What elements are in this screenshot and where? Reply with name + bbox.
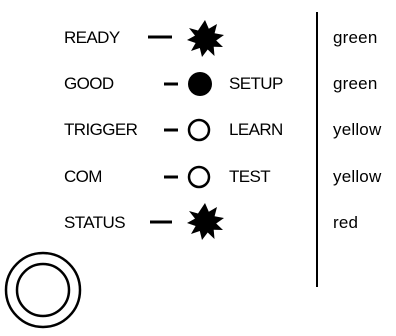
led-indicator-diagram: READY green GOOD SETUP green TRIGGER LEA… <box>0 0 396 336</box>
indicator-label-ready: READY <box>64 28 120 47</box>
diagram-canvas: READY green GOOD SETUP green TRIGGER LEA… <box>4 12 382 329</box>
led-starburst-icon <box>187 20 224 57</box>
indicator-label-trigger: TRIGGER <box>64 120 138 139</box>
mode-label-test: TEST <box>229 167 270 186</box>
color-label-com: yellow <box>333 167 382 186</box>
color-label-status: red <box>333 213 358 232</box>
indicator-label-good: GOOD <box>64 74 114 93</box>
led-open-icon <box>187 165 211 189</box>
color-label-ready: green <box>333 28 377 47</box>
led-open-icon <box>187 118 211 142</box>
led-filled-icon <box>188 72 212 96</box>
push-button-icon[interactable] <box>4 251 82 329</box>
color-label-good: green <box>333 74 377 93</box>
color-label-trigger: yellow <box>333 120 382 139</box>
indicator-label-status: STATUS <box>64 213 125 232</box>
indicator-label-com: COM <box>64 167 102 186</box>
led-starburst-icon <box>187 203 224 240</box>
mode-label-setup: SETUP <box>229 74 283 93</box>
mode-label-learn: LEARN <box>229 120 283 139</box>
